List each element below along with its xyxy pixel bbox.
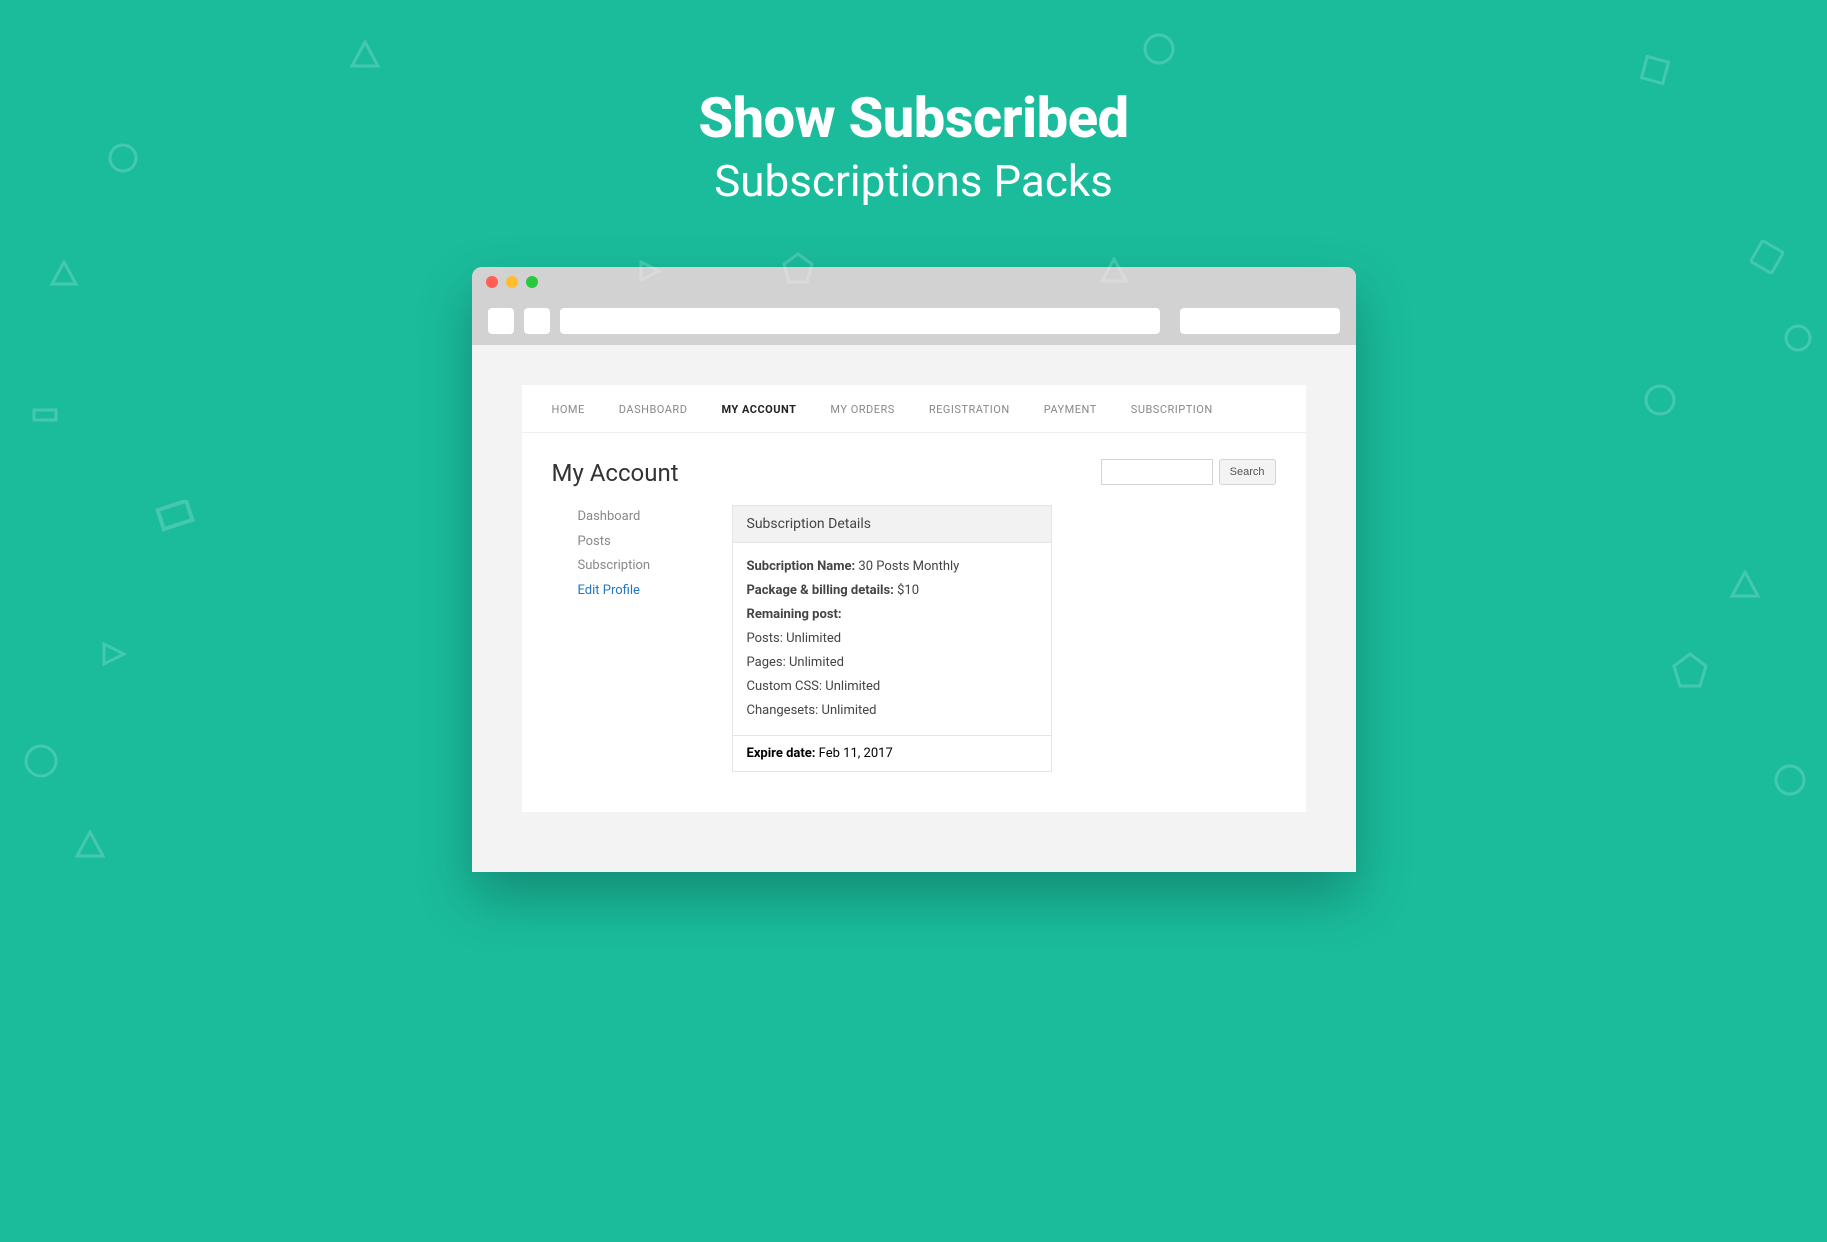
browser-window: HOME DASHBOARD MY ACCOUNT MY ORDERS REGI… bbox=[472, 267, 1356, 872]
row-sub-name-label: Subcription Name: bbox=[747, 559, 856, 574]
browser-toolbar bbox=[472, 297, 1356, 345]
panel-body: Subcription Name: 30 Posts Monthly Packa… bbox=[733, 543, 1051, 735]
row-billing-value: $10 bbox=[897, 583, 919, 598]
search-box: Search bbox=[1101, 459, 1276, 485]
hero-title: Show Subscribed bbox=[0, 85, 1827, 151]
sidebar-item-edit-profile[interactable]: Edit Profile bbox=[578, 579, 692, 604]
top-nav: HOME DASHBOARD MY ACCOUNT MY ORDERS REGI… bbox=[522, 385, 1306, 433]
page-viewport: HOME DASHBOARD MY ACCOUNT MY ORDERS REGI… bbox=[472, 345, 1356, 872]
nav-forward-button[interactable] bbox=[524, 308, 550, 334]
window-close-icon[interactable] bbox=[486, 276, 498, 288]
page-content: My Account Search Dashboard Posts Subscr… bbox=[522, 433, 1306, 812]
page-card: HOME DASHBOARD MY ACCOUNT MY ORDERS REGI… bbox=[522, 385, 1306, 812]
row-expire-label: Expire date: bbox=[747, 746, 816, 761]
window-titlebar bbox=[472, 267, 1356, 297]
sidebar-item-subscription[interactable]: Subscription bbox=[578, 554, 692, 579]
nav-registration[interactable]: REGISTRATION bbox=[929, 403, 1010, 416]
panel-header: Subscription Details bbox=[733, 506, 1051, 543]
window-maximize-icon[interactable] bbox=[526, 276, 538, 288]
row-pages-value: Unlimited bbox=[789, 655, 844, 670]
row-pages-label: Pages: bbox=[747, 655, 786, 670]
row-remaining-label: Remaining post: bbox=[747, 607, 842, 622]
row-expire-value: Feb 11, 2017 bbox=[819, 746, 893, 761]
sidebar-item-dashboard[interactable]: Dashboard bbox=[578, 505, 692, 530]
nav-my-orders[interactable]: MY ORDERS bbox=[830, 403, 894, 416]
row-sub-name-value: 30 Posts Monthly bbox=[858, 559, 959, 574]
search-input[interactable] bbox=[1101, 459, 1213, 485]
row-posts-label: Posts: bbox=[747, 631, 783, 646]
toolbar-search[interactable] bbox=[1180, 308, 1340, 334]
hero-subtitle: Subscriptions Packs bbox=[0, 155, 1827, 207]
search-button[interactable]: Search bbox=[1219, 459, 1276, 485]
row-changesets-label: Changesets: bbox=[747, 703, 819, 718]
nav-home[interactable]: HOME bbox=[552, 403, 585, 416]
sidebar-item-posts[interactable]: Posts bbox=[578, 530, 692, 555]
nav-payment[interactable]: PAYMENT bbox=[1044, 403, 1097, 416]
nav-subscription[interactable]: SUBSCRIPTION bbox=[1131, 403, 1213, 416]
subscription-details-panel: Subscription Details Subcription Name: 3… bbox=[732, 505, 1052, 772]
nav-dashboard[interactable]: DASHBOARD bbox=[619, 403, 688, 416]
row-billing-label: Package & billing details: bbox=[747, 583, 894, 598]
nav-my-account[interactable]: MY ACCOUNT bbox=[721, 403, 796, 416]
hero-title-block: Show Subscribed Subscriptions Packs bbox=[0, 0, 1827, 207]
panel-footer: Expire date: Feb 11, 2017 bbox=[733, 735, 1051, 771]
account-sidebar: Dashboard Posts Subscription Edit Profil… bbox=[552, 505, 692, 772]
nav-back-button[interactable] bbox=[488, 308, 514, 334]
address-bar[interactable] bbox=[560, 308, 1160, 334]
row-css-value: Unlimited bbox=[825, 679, 880, 694]
row-css-label: Custom CSS: bbox=[747, 679, 823, 694]
window-minimize-icon[interactable] bbox=[506, 276, 518, 288]
row-posts-value: Unlimited bbox=[786, 631, 841, 646]
row-changesets-value: Unlimited bbox=[822, 703, 877, 718]
